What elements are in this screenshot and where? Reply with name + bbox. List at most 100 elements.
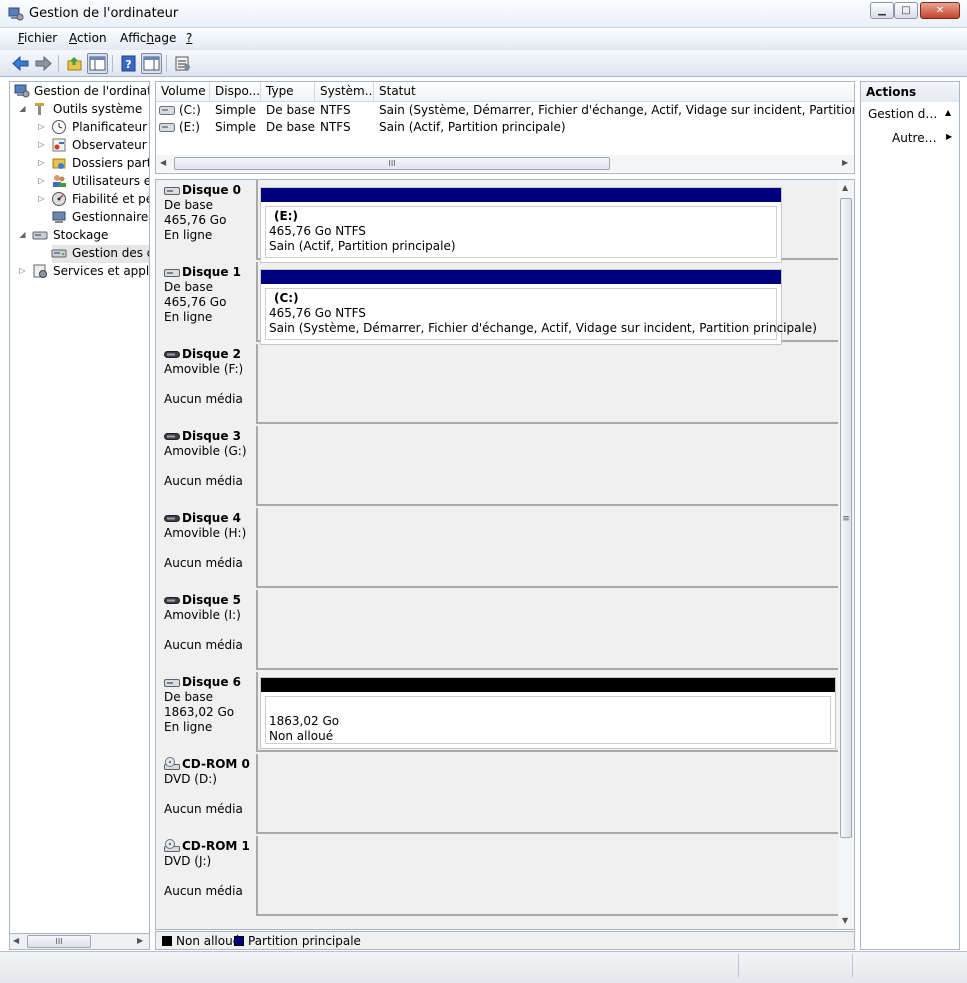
disk-label[interactable]: CD-ROM 0 DVD (D:) Aucun média	[156, 754, 258, 834]
column-header-disposition[interactable]: Dispo...	[210, 82, 261, 102]
cell-type: De base	[266, 120, 316, 134]
disk-row-3[interactable]: Disque 3 Amovible (G:) Aucun média	[156, 426, 838, 506]
disk-row-0[interactable]: Disque 0 De base 465,76 Go En ligne (E:)…	[156, 180, 838, 263]
partition-block[interactable]: (C:) 465,76 Go NTFS Sain (Système, Démar…	[260, 269, 817, 345]
tree-item-observateur[interactable]: ▷ Observateur d'événements	[10, 136, 149, 154]
title-bar[interactable]: Gestion de l'ordinateur ▁ □ ✕	[0, 0, 967, 28]
folder-up-icon	[67, 57, 82, 71]
scrollbar-thumb[interactable]: III	[27, 935, 91, 948]
help-button[interactable]: ?	[118, 53, 139, 74]
column-header-type[interactable]: Type	[261, 82, 315, 102]
disk-label[interactable]: Disque 3 Amovible (G:) Aucun média	[156, 426, 258, 506]
toolbar-separator	[58, 55, 59, 72]
partition-block[interactable]: (E:) 465,76 Go NTFS Sain (Actif, Partiti…	[260, 187, 782, 263]
scrollbar-thumb[interactable]: ≡	[840, 198, 852, 838]
expand-arrow-icon[interactable]: ▷	[37, 154, 46, 172]
expand-arrow-icon[interactable]: ▷	[37, 190, 46, 208]
tree-item-planificateur[interactable]: ▷ Planificateur de tâches	[10, 118, 149, 136]
expand-arrow-icon[interactable]: ▷	[37, 136, 46, 154]
scroll-right-arrow-icon[interactable]: ▶	[842, 158, 848, 167]
removable-disk-icon	[164, 515, 180, 522]
tree-item-gestion-ordinateur[interactable]: Gestion de l'ordinateur	[10, 82, 149, 100]
tree-horizontal-scrollbar[interactable]: ◀ III ▶	[9, 933, 150, 950]
tree-item-gestion-disques[interactable]: Gestion des disques	[10, 244, 149, 262]
tree-item-outils-systeme[interactable]: ◢ Outils système	[10, 100, 149, 118]
menu-fichier[interactable]: Fichier	[18, 31, 57, 45]
disk-view-vertical-scrollbar[interactable]: ▲ ≡ ▼	[838, 180, 854, 929]
disk-label[interactable]: Disque 2 Amovible (F:) Aucun média	[156, 344, 258, 424]
scrollbar-thumb[interactable]: III	[174, 157, 610, 170]
console-tree-icon	[89, 56, 106, 71]
collapse-up-arrow-icon[interactable]: ▲	[945, 108, 951, 117]
expand-arrow-icon[interactable]: ▷	[37, 118, 46, 136]
column-header-volume[interactable]: Volume	[156, 82, 210, 102]
up-level-button[interactable]	[64, 53, 85, 74]
tree-item-gestionnaire-peripheriques[interactable]: Gestionnaire de périphériques	[10, 208, 149, 226]
toolbar-separator	[112, 55, 113, 72]
disk-label[interactable]: CD-ROM 1 DVD (J:) Aucun média	[156, 836, 258, 916]
maximize-button[interactable]: □	[894, 2, 918, 19]
table-row[interactable]: (E:) Simple De base NTFS Sain (Actif, Pa…	[156, 119, 854, 136]
show-hide-tree-button[interactable]	[87, 53, 108, 74]
tree-item-dossiers-partages[interactable]: ▷ Dossiers partagés	[10, 154, 150, 172]
scroll-left-arrow-icon[interactable]: ◀	[160, 158, 166, 167]
properties-button[interactable]	[172, 53, 193, 74]
volume-list: Volume Dispo... Type Systèm... Statut (C…	[155, 81, 855, 174]
disk-state: Aucun média	[164, 556, 243, 570]
expand-arrow-icon[interactable]: ▷	[37, 172, 46, 190]
scroll-down-arrow-icon[interactable]: ▼	[842, 916, 848, 925]
minimize-button[interactable]: ▁	[870, 2, 894, 19]
unallocated-block[interactable]: 1863,02 Go Non alloué	[260, 677, 836, 749]
expand-arrow-icon[interactable]: ▷	[18, 262, 27, 280]
disk-row-1[interactable]: Disque 1 De base 465,76 Go En ligne (C:)…	[156, 262, 838, 345]
disk-type: DVD (D:)	[164, 772, 217, 786]
show-hide-action-pane-button[interactable]	[141, 53, 162, 74]
disk-label[interactable]: Disque 0 De base 465,76 Go En ligne	[156, 180, 258, 260]
partition-label: (E:)	[274, 209, 298, 223]
disk-row-5[interactable]: Disque 5 Amovible (I:) Aucun média	[156, 590, 838, 670]
tree-item-stockage[interactable]: ◢ Stockage	[10, 226, 149, 244]
disk-row-cdrom-1[interactable]: CD-ROM 1 DVD (J:) Aucun média	[156, 836, 838, 916]
scroll-right-arrow-icon[interactable]: ▶	[137, 936, 143, 945]
tree-item-services-applications[interactable]: ▷ Services et applications	[10, 262, 149, 280]
tree-item-utilisateurs[interactable]: ▷ Utilisateurs et groupes locaux	[10, 172, 149, 190]
actions-section-header[interactable]: Gestion des disques ▲	[861, 104, 959, 124]
close-button[interactable]: ✕	[920, 2, 960, 19]
table-row[interactable]: (C:) Simple De base NTFS Sain (Système, …	[156, 102, 854, 119]
disk-row-cdrom-0[interactable]: CD-ROM 0 DVD (D:) Aucun média	[156, 754, 838, 834]
legend-label-unallocated: Non alloué	[176, 934, 241, 948]
column-header-statut[interactable]: Statut	[374, 82, 854, 102]
window-title: Gestion de l'ordinateur	[29, 6, 179, 21]
disk-row-4[interactable]: Disque 4 Amovible (H:) Aucun média	[156, 508, 838, 588]
partition-status: Sain (Système, Démarrer, Fichier d'échan…	[269, 321, 817, 335]
collapse-arrow-icon[interactable]: ◢	[18, 226, 27, 244]
tree-item-fiabilite[interactable]: ▷ Fiabilité et performances	[10, 190, 149, 208]
disk-row-2[interactable]: Disque 2 Amovible (F:) Aucun média	[156, 344, 838, 424]
menu-affichage[interactable]: Affichage	[120, 31, 176, 45]
menu-action[interactable]: Action	[69, 31, 107, 45]
forward-button[interactable]	[33, 53, 54, 74]
collapse-arrow-icon[interactable]: ◢	[18, 100, 27, 118]
properties-icon	[175, 56, 190, 71]
partition-info: 1863,02 Go Non alloué	[265, 696, 831, 744]
partition-info: (E:) 465,76 Go NTFS Sain (Actif, Partiti…	[265, 206, 777, 258]
other-actions-item[interactable]: Autres actions ▶	[861, 128, 959, 148]
disk-label[interactable]: Disque 6 De base 1863,02 Go En ligne	[156, 672, 258, 752]
event-viewer-icon	[52, 138, 66, 152]
disk-type: Amovible (F:)	[164, 362, 244, 376]
column-header-systeme[interactable]: Systèm...	[315, 82, 374, 102]
disk-size	[164, 869, 256, 884]
disk-type: De base	[164, 198, 214, 212]
volume-list-horizontal-scrollbar[interactable]: ◀ III ▶	[156, 155, 854, 172]
disk-label[interactable]: Disque 1 De base 465,76 Go En ligne	[156, 262, 258, 342]
disk-label[interactable]: Disque 5 Amovible (I:) Aucun média	[156, 590, 258, 670]
scroll-up-arrow-icon[interactable]: ▲	[842, 183, 848, 192]
back-button[interactable]	[10, 53, 31, 74]
disk-row-6[interactable]: Disque 6 De base 1863,02 Go En ligne 186…	[156, 672, 838, 752]
scroll-left-arrow-icon[interactable]: ◀	[13, 936, 19, 945]
tree-item-label: Dossiers partagés	[72, 156, 150, 170]
cell-type: De base	[266, 103, 316, 117]
menu-help[interactable]: ?	[186, 31, 192, 45]
partition-info: (C:) 465,76 Go NTFS Sain (Système, Démar…	[265, 288, 817, 340]
disk-label[interactable]: Disque 4 Amovible (H:) Aucun média	[156, 508, 258, 588]
